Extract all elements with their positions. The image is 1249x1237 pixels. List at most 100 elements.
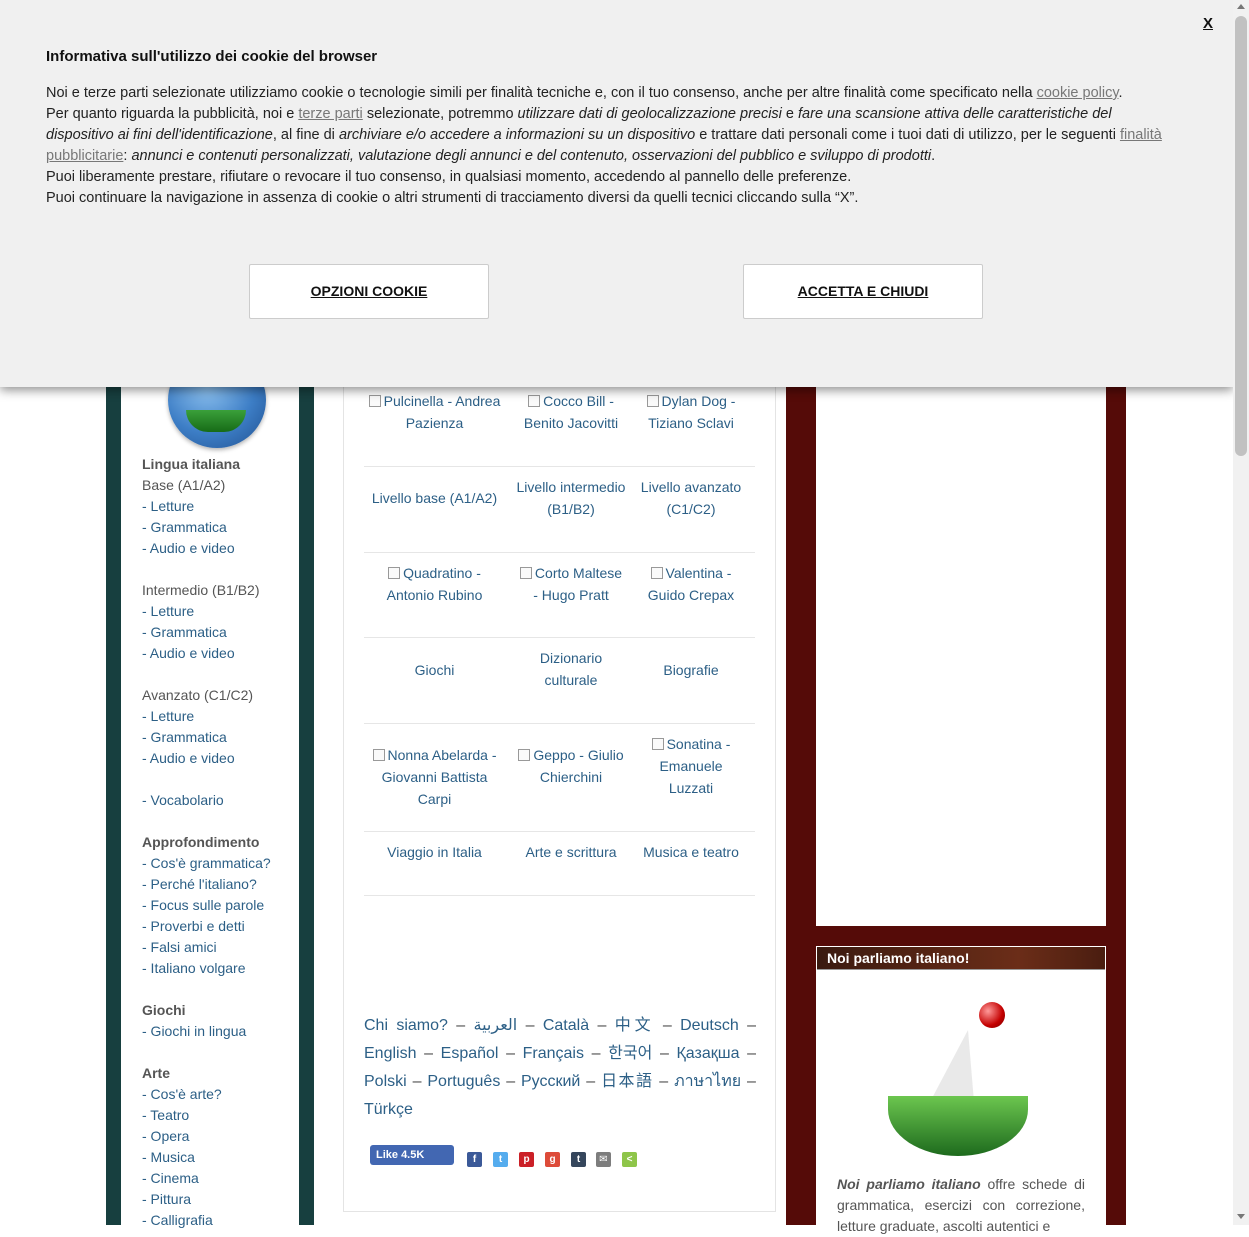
nav-link-letture-base[interactable]: - Letture	[142, 496, 302, 517]
nav-link-calligrafia[interactable]: - Calligrafia	[142, 1210, 302, 1231]
nav-heading-approfondimento: Approfondimento	[142, 834, 260, 850]
cookie-text: e trattare dati personali come i tuoi da…	[695, 127, 1120, 143]
separator: –	[659, 1073, 669, 1090]
scrollbar[interactable]	[1233, 0, 1249, 1225]
cookie-text: utilizzare dati di geolocalizzazione pre…	[517, 106, 782, 122]
separator: –	[591, 1045, 601, 1062]
nav-link-pittura[interactable]: - Pittura	[142, 1189, 302, 1210]
link-arte-e-scrittura[interactable]: Arte e scrittura	[512, 841, 630, 863]
broken-image-icon	[650, 567, 663, 579]
link-lang-ar[interactable]: العربية	[474, 1017, 518, 1034]
link-lang-ko[interactable]: 한국어	[608, 1045, 652, 1062]
link-lang-kk[interactable]: Қазақша	[676, 1045, 739, 1062]
grid-cell-nonna-abelarda[interactable]: Nonna Abelarda - Giovanni Battista Carpi	[364, 744, 505, 810]
cookie-policy-link[interactable]: cookie policy	[1037, 85, 1119, 101]
link-biografie[interactable]: Biografie	[636, 659, 746, 681]
nav-link-vocabolario[interactable]: - Vocabolario	[142, 790, 302, 811]
separator: –	[506, 1045, 515, 1062]
nav-link-letture-avanzato[interactable]: - Letture	[142, 706, 302, 727]
nav-link-grammatica-base[interactable]: - Grammatica	[142, 517, 302, 538]
nav-link-cos-grammatica[interactable]: - Cos'è grammatica?	[142, 853, 302, 874]
google-plus-icon[interactable]: g	[545, 1152, 560, 1167]
tumblr-icon[interactable]: t	[571, 1152, 586, 1167]
link-dizionario-culturale[interactable]: Dizionario culturale	[516, 647, 626, 691]
cookie-text: Per quanto riguarda la pubblicità, noi e	[46, 106, 299, 122]
separator: –	[506, 1073, 516, 1090]
broken-image-icon	[519, 567, 532, 579]
link-giochi[interactable]: Giochi	[364, 659, 505, 681]
grid-cell-dylan-dog[interactable]: Dylan Dog - Tiziano Sclavi	[636, 390, 746, 434]
grid-cell-valentina[interactable]: Valentina - Guido Crepax	[636, 562, 746, 606]
broken-image-icon	[368, 395, 381, 407]
cookie-paragraph-4: Puoi continuare la navigazione in assenz…	[46, 190, 859, 206]
link-lang-ca[interactable]: Català	[543, 1017, 589, 1034]
nav-link-musica[interactable]: - Musica	[142, 1147, 302, 1168]
link-lang-pl[interactable]: Polski	[364, 1073, 407, 1090]
nav-link-cinema[interactable]: - Cinema	[142, 1168, 302, 1189]
cookie-text: annunci e contenuti personalizzati, valu…	[131, 148, 932, 164]
nav-label-avanzato: Avanzato (C1/C2)	[142, 687, 254, 703]
twitter-icon[interactable]: t	[493, 1152, 508, 1167]
grid-cell-label: Quadratino - Antonio Rubino	[386, 565, 483, 603]
link-lang-ja[interactable]: 日本語	[601, 1073, 653, 1090]
link-lang-pt[interactable]: Português	[427, 1073, 500, 1090]
nav-link-focus[interactable]: - Focus sulle parole	[142, 895, 302, 916]
accept-and-close-button[interactable]: ACCETTA E CHIUDI	[743, 264, 983, 319]
nav-link-falsi-amici[interactable]: - Falsi amici	[142, 937, 302, 958]
link-lang-tr[interactable]: Türkçe	[364, 1101, 413, 1118]
grid-cell-pulcinella[interactable]: Pulcinella - Andrea Pazienza	[364, 390, 505, 434]
nav-link-audio-intermedio[interactable]: - Audio e video	[142, 643, 302, 664]
link-viaggio-in-italia[interactable]: Viaggio in Italia	[364, 841, 505, 863]
link-lang-de[interactable]: Deutsch	[680, 1017, 739, 1034]
noi-parliamo-description: Noi parliamo italiano offre schede di gr…	[837, 1174, 1085, 1237]
nav-link-perche[interactable]: - Perché l'italiano?	[142, 874, 302, 895]
nav-link-proverbi[interactable]: - Proverbi e detti	[142, 916, 302, 937]
link-lang-zh[interactable]: 中文	[615, 1017, 655, 1034]
scrollbar-thumb[interactable]	[1235, 16, 1247, 456]
facebook-like-button[interactable]: Like 4.5K	[370, 1145, 454, 1165]
cookie-paragraph-3: Puoi liberamente prestare, rifiutare o r…	[46, 169, 852, 185]
grid-cell-geppo[interactable]: Geppo - Giulio Chierchini	[516, 744, 626, 788]
link-lang-ru[interactable]: Русский	[521, 1073, 580, 1090]
link-lang-en[interactable]: English	[364, 1045, 416, 1062]
nav-link-teatro[interactable]: - Teatro	[142, 1105, 302, 1126]
language-links: Chi siamo? – العربية – Català – 中文 – Deu…	[364, 1012, 756, 1124]
cookie-options-button[interactable]: OPZIONI COOKIE	[249, 264, 489, 319]
link-lang-es[interactable]: Español	[441, 1045, 499, 1062]
close-icon[interactable]: X	[1196, 12, 1220, 36]
grid-cell-label: Pulcinella - Andrea Pazienza	[383, 393, 501, 431]
broken-image-icon	[528, 395, 541, 407]
link-lang-th[interactable]: ภาษาไทย	[674, 1073, 741, 1090]
grid-cell-quadratino[interactable]: Quadratino - Antonio Rubino	[364, 562, 505, 606]
nav-link-grammatica-intermedio[interactable]: - Grammatica	[142, 622, 302, 643]
link-musica-e-teatro[interactable]: Musica e teatro	[636, 841, 746, 863]
nav-link-opera[interactable]: - Opera	[142, 1126, 302, 1147]
pinterest-icon[interactable]: p	[519, 1152, 534, 1167]
nav-link-grammatica-avanzato[interactable]: - Grammatica	[142, 727, 302, 748]
grid-cell-sonatina[interactable]: Sonatina - Emanuele Luzzati	[636, 733, 746, 799]
cookie-paragraph-2: Per quanto riguarda la pubblicità, noi e…	[46, 104, 1176, 167]
nav-link-letture-intermedio[interactable]: - Letture	[142, 601, 302, 622]
cookie-banner-text: Noi e terze parti selezionate utilizziam…	[46, 83, 1176, 209]
nav-link-italiano-volgare[interactable]: - Italiano volgare	[142, 958, 302, 979]
share-icon[interactable]: <	[622, 1152, 637, 1167]
nav-heading-arte: Arte	[142, 1065, 171, 1081]
grid-cell-cocco-bill[interactable]: Cocco Bill - Benito Jacovitti	[516, 390, 626, 434]
link-chi-siamo[interactable]: Chi siamo?	[364, 1017, 448, 1034]
nav-link-cos-arte[interactable]: - Cos'è arte?	[142, 1084, 302, 1105]
cookie-text: selezionate, potremmo	[362, 106, 518, 122]
nav-link-audio-avanzato[interactable]: - Audio e video	[142, 748, 302, 769]
link-lang-fr[interactable]: Français	[523, 1045, 584, 1062]
scroll-down-icon[interactable]	[1237, 1214, 1245, 1219]
email-icon[interactable]: ✉	[596, 1152, 611, 1167]
link-livello-intermedio[interactable]: Livello intermedio (B1/B2)	[512, 476, 630, 520]
link-livello-base[interactable]: Livello base (A1/A2)	[364, 487, 505, 509]
link-livello-avanzato[interactable]: Livello avanzato (C1/C2)	[636, 476, 746, 520]
nav-link-audio-base[interactable]: - Audio e video	[142, 538, 302, 559]
scroll-up-icon[interactable]	[1237, 4, 1245, 9]
nav-link-giochi-lingua[interactable]: - Giochi in lingua	[142, 1021, 302, 1042]
grid-cell-corto-maltese[interactable]: Corto Maltese - Hugo Pratt	[516, 562, 626, 606]
broken-image-icon	[372, 749, 385, 761]
terze-parti-link[interactable]: terze parti	[298, 106, 362, 122]
facebook-icon[interactable]: f	[467, 1152, 482, 1167]
